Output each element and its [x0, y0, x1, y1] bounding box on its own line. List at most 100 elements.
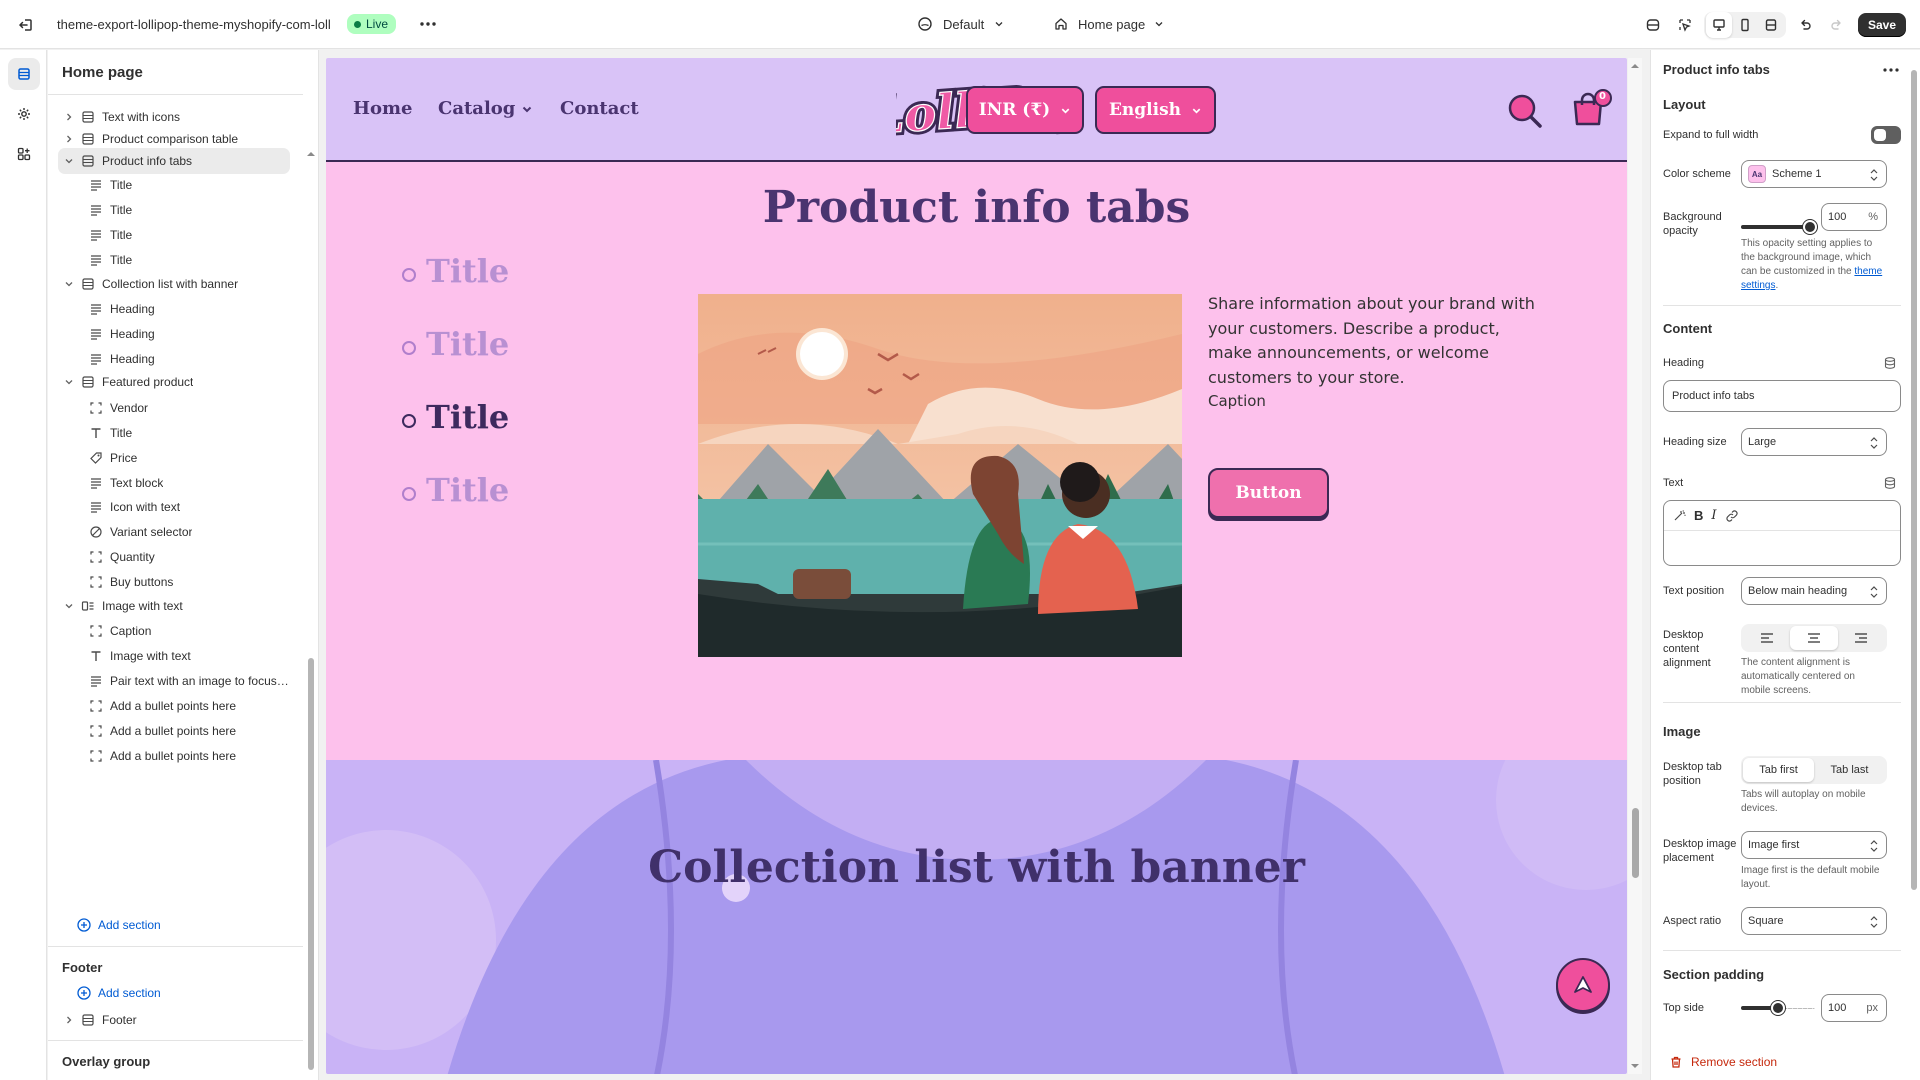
tab-3[interactable]: Title [402, 398, 509, 436]
dynamic-source-icon[interactable] [1883, 356, 1897, 370]
nav-catalog[interactable]: Catalog [438, 98, 533, 119]
tab-first-option[interactable]: Tab first [1743, 758, 1814, 782]
sidebar-scrollbar[interactable] [306, 100, 316, 1080]
page-selector[interactable]: Home page [1053, 13, 1164, 35]
exit-icon[interactable] [16, 15, 36, 35]
align-right-icon[interactable] [1838, 626, 1885, 650]
tree-item-quantity[interactable]: Quantity [58, 544, 290, 570]
tree-item-variant-selector[interactable]: Variant selector [58, 519, 290, 545]
cart-icon[interactable]: 0 [1569, 88, 1613, 130]
add-section-button[interactable]: Add section [58, 912, 290, 938]
text-position-select[interactable]: Below main heading [1741, 577, 1887, 605]
tree-item-caption[interactable]: Caption [58, 618, 290, 644]
tab-2[interactable]: Title [402, 325, 509, 363]
product-info-tabs-section[interactable]: Product info tabs Title Title Title Titl… [326, 162, 1627, 760]
tab-cta-button[interactable]: Button [1208, 468, 1329, 518]
sections-icon[interactable] [8, 58, 40, 90]
tree-item-pair-text-with-an-image-to-focus[interactable]: Pair text with an image to focus ... [58, 668, 290, 694]
language-selector[interactable]: English [1095, 86, 1216, 134]
tree-item-title[interactable]: Title [58, 172, 290, 198]
chevron-right-icon[interactable] [62, 110, 76, 124]
remove-section-button[interactable]: Remove section [1669, 1055, 1777, 1069]
heading-input[interactable]: Product info tabs [1663, 380, 1901, 412]
top-side-slider[interactable] [1741, 998, 1815, 1018]
redo-icon[interactable] [1824, 12, 1850, 38]
tree-item-icon-with-text[interactable]: Icon with text [58, 494, 290, 520]
tree-item-footer[interactable]: Footer [58, 1007, 290, 1033]
desktop-icon[interactable] [1706, 12, 1732, 38]
tree-item-featured-product[interactable]: Featured product [58, 369, 290, 395]
save-button[interactable]: Save [1858, 13, 1906, 37]
tree-item-title[interactable]: Title [58, 197, 290, 223]
scroll-up-icon[interactable] [1628, 62, 1642, 70]
tree-item-add-a-bullet-points-here[interactable]: Add a bullet points here [58, 718, 290, 744]
sidekick-icon[interactable] [1640, 12, 1666, 38]
chevron-right-icon[interactable] [62, 1013, 76, 1027]
tree-item-heading[interactable]: Heading [58, 296, 290, 322]
tree-item-add-a-bullet-points-here[interactable]: Add a bullet points here [58, 743, 290, 769]
tree-item-image-with-text[interactable]: Image with text [58, 593, 290, 619]
tree-item-collection-list-with-banner[interactable]: Collection list with banner [58, 271, 290, 297]
tree-item-price[interactable]: Price [58, 445, 290, 471]
image-placement-select[interactable]: Image first [1741, 831, 1887, 859]
tree-item-product-info-tabs[interactable]: Product info tabs [58, 148, 290, 174]
currency-selector[interactable]: INR (₹) [966, 86, 1084, 134]
chevron-down-icon[interactable] [62, 599, 76, 613]
more-actions-icon[interactable] [1881, 61, 1901, 79]
scroll-up-icon[interactable] [306, 150, 316, 158]
theme-settings-icon[interactable] [8, 98, 40, 130]
mobile-icon[interactable] [1732, 12, 1758, 38]
tab-1[interactable]: Title [402, 252, 509, 290]
tree-item-buy-buttons[interactable]: Buy buttons [58, 569, 290, 595]
inspector-icon[interactable] [1672, 12, 1698, 38]
footer-add-section-button[interactable]: Add section [58, 980, 290, 1006]
bg-opacity-input[interactable]: 100% [1821, 203, 1887, 231]
scroll-down-icon[interactable] [1628, 1062, 1642, 1070]
preview-scrollbar[interactable] [1628, 58, 1642, 1074]
top-side-input[interactable]: 100 px [1821, 994, 1887, 1022]
text-editor[interactable]: B I [1663, 500, 1901, 566]
scrollbar-thumb[interactable] [1632, 808, 1639, 878]
search-icon[interactable] [1506, 92, 1544, 130]
tree-item-text-block[interactable]: Text block [58, 470, 290, 496]
chevron-right-icon[interactable] [62, 132, 76, 146]
scroll-to-top-button[interactable] [1556, 958, 1610, 1012]
expand-toggle[interactable] [1871, 126, 1901, 144]
dynamic-source-icon[interactable] [1883, 476, 1897, 490]
tree-item-heading[interactable]: Heading [58, 321, 290, 347]
app-embeds-icon[interactable] [8, 138, 40, 170]
bg-opacity-slider[interactable] [1741, 217, 1817, 237]
italic-icon[interactable]: I [1711, 508, 1716, 523]
bold-icon[interactable]: B [1694, 508, 1703, 523]
scrollbar-thumb[interactable] [308, 658, 314, 1070]
tree-item-vendor[interactable]: Vendor [58, 395, 290, 421]
align-center-icon[interactable] [1790, 626, 1838, 650]
fullscreen-icon[interactable] [1758, 12, 1784, 38]
nav-home[interactable]: Home [353, 98, 413, 119]
heading-size-select[interactable]: Large [1741, 428, 1887, 456]
tree-item-image-with-text[interactable]: Image with text [58, 643, 290, 669]
tree-item-title[interactable]: Title [58, 222, 290, 248]
tab-4[interactable]: Title [402, 471, 509, 509]
magic-icon[interactable] [1672, 509, 1686, 523]
tree-item-title[interactable]: Title [58, 247, 290, 273]
tree-item-title[interactable]: Title [58, 420, 290, 446]
align-left-icon[interactable] [1743, 626, 1790, 650]
theme-selector[interactable]: Default [917, 13, 1004, 35]
color-scheme-select[interactable]: Aa Scheme 1 [1741, 160, 1887, 188]
collection-list-with-banner-section[interactable]: Collection list with banner [326, 760, 1627, 1074]
more-actions-icon[interactable] [417, 14, 439, 34]
tab-last-option[interactable]: Tab last [1814, 758, 1885, 782]
chevron-down-icon[interactable] [62, 277, 76, 291]
undo-icon[interactable] [1792, 12, 1818, 38]
aspect-ratio-select[interactable]: Square [1741, 907, 1887, 935]
tree-item-add-a-bullet-points-here[interactable]: Add a bullet points here [58, 693, 290, 719]
slider-knob[interactable] [1803, 220, 1817, 234]
slider-knob[interactable] [1771, 1001, 1785, 1015]
chevron-down-icon[interactable] [62, 154, 76, 168]
scrollbar-thumb[interactable] [1911, 70, 1917, 890]
link-icon[interactable] [1725, 509, 1739, 523]
settings-scrollbar[interactable] [1911, 60, 1918, 1070]
nav-contact[interactable]: Contact [560, 98, 639, 119]
chevron-down-icon[interactable] [62, 375, 76, 389]
